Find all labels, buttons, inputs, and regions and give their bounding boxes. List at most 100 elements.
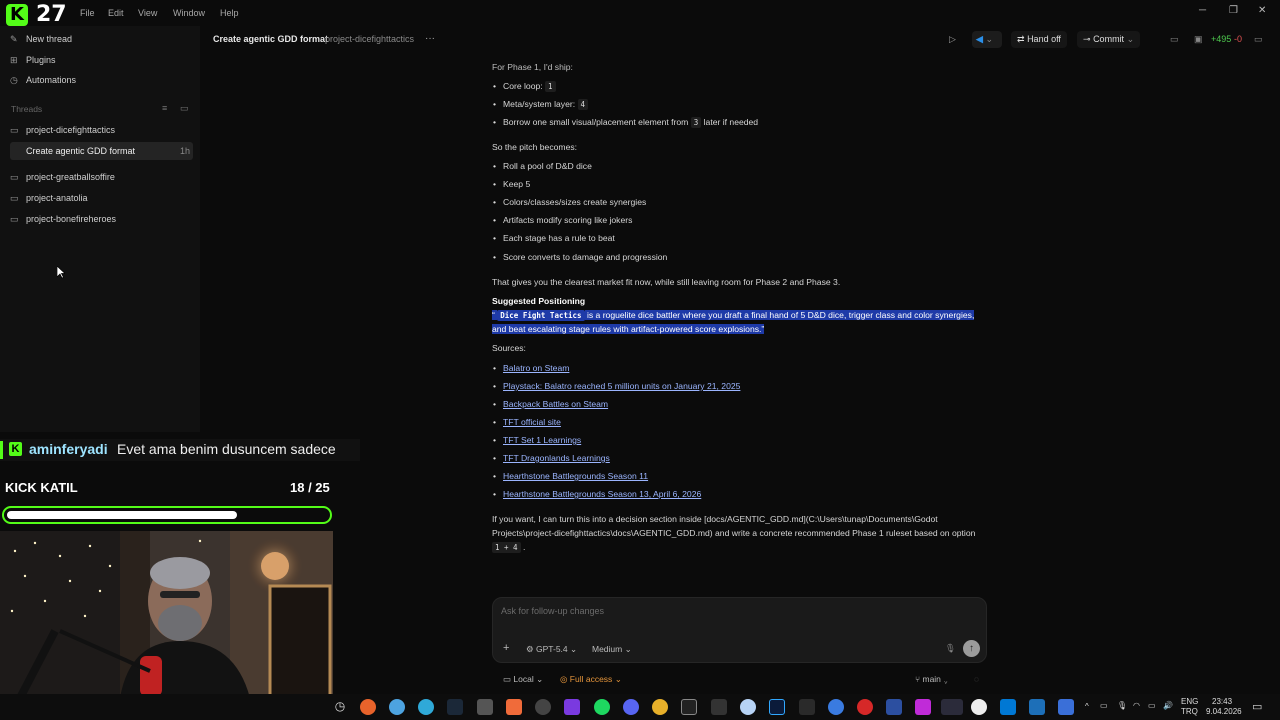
sidebar-project-anatolia[interactable]: ▭ project-anatolia [10,189,88,207]
follow-up-input[interactable] [501,606,971,616]
clock-icon: ◷ [10,75,18,85]
microphone-icon[interactable]: 🎙 [945,643,956,654]
app-icon-9[interactable] [564,699,580,715]
microphone-tray-icon[interactable]: 🎙 [1117,701,1127,710]
vscode-taskbar-icon[interactable] [1000,699,1016,715]
firefox-icon[interactable] [360,699,376,715]
menu-file[interactable]: File [80,8,95,18]
close-icon[interactable]: ✕ [1258,5,1266,16]
slack-icon[interactable] [389,699,405,715]
app-icon-15[interactable] [740,699,756,715]
diff-icon[interactable]: ▣ [1194,31,1203,48]
steam-icon[interactable] [447,699,463,715]
sidebar-item-label: project-anatolia [26,193,88,203]
new-folder-icon[interactable]: ▭ [180,103,189,114]
run-icon[interactable]: ▷ [949,31,956,48]
app-icon-21[interactable] [915,699,931,715]
keyboard-layout[interactable]: TRQ [1181,707,1198,716]
goal-label: KICK KATIL [5,480,78,495]
chevron-up-icon[interactable]: ^ [1085,702,1089,711]
source-link[interactable]: TFT Set 1 Learnings [503,435,581,445]
source-link[interactable]: TFT official site [503,417,561,427]
header-project[interactable]: project-dicefighttactics [325,34,414,44]
sidebar-item-plugins[interactable]: ⊞ Plugins [10,51,56,69]
clock-time[interactable]: 23:43 [1212,697,1232,706]
network-icon[interactable]: ▭ [1100,701,1108,710]
sidebar-project-bonefireheroes[interactable]: ▭ project-bonefireheroes [10,210,116,228]
handoff-button[interactable]: ⇄ Hand off [1011,31,1067,48]
access-select[interactable]: ◎ Full access ⌄ [560,674,622,685]
chat-username: aminferyadi [29,441,108,457]
inline-code: 3 [690,117,702,128]
diff-additions: +495 [1211,34,1232,44]
commit-button[interactable]: ⊸ Commit ⌄ [1077,31,1141,48]
source-link[interactable]: Hearthstone Battlegrounds Season 11 [503,471,648,481]
menu-window[interactable]: Window [173,8,205,18]
chrome-icon[interactable] [652,699,668,715]
source-link[interactable]: Balatro on Steam [503,363,569,373]
spotify-icon[interactable] [594,699,610,715]
volume-icon[interactable]: 🔊 [1163,701,1173,710]
source-link[interactable]: TFT Dragonlands Learnings [503,453,610,463]
restore-icon[interactable]: ❐ [1229,5,1238,16]
effort-select[interactable]: Medium ⌄ [592,644,632,655]
sidebar-item-new-thread[interactable]: ✎ New thread [10,30,72,48]
add-attachment-button[interactable]: + [503,642,509,654]
folder-icon: ▭ [10,125,19,135]
sidebar: ✎ New thread ⊞ Plugins ◷ Automations Thread… [0,26,200,432]
send-button[interactable]: ↑ [963,640,980,657]
sidebar-project-greatballsoffire[interactable]: ▭ project-greatballsoffire [10,168,115,186]
positioning-text: and beat escalating stage rules with art… [492,324,765,334]
history-icon[interactable]: ◷ [332,699,348,715]
model-label: GPT-5.4 [536,644,568,654]
inline-code: 1 + 4 [492,542,521,553]
chat-accent-bar [0,441,3,459]
language-indicator[interactable]: ENG [1181,697,1198,706]
sidebar-project-dicefighttactics[interactable]: ▭ project-dicefighttactics [10,121,115,139]
app-icon-26[interactable] [1058,699,1074,715]
sidebar-item-automations[interactable]: ◷ Automations [10,71,76,89]
branch-icon: ⑂ [915,674,921,684]
menu-view[interactable]: View [138,8,157,18]
source-link[interactable]: Hearthstone Battlegrounds Season 13, Apr… [503,489,701,499]
menu-help[interactable]: Help [220,8,239,18]
app-icon-18[interactable] [828,699,844,715]
app-icon-7[interactable] [506,699,522,715]
discord-icon[interactable] [623,699,639,715]
minimize-icon[interactable]: ─ [1199,5,1206,16]
app-icon-4[interactable] [418,699,434,715]
app-icon-25[interactable] [1029,699,1045,715]
source-link[interactable]: Backpack Battles on Steam [503,399,608,409]
thread-item-active[interactable]: Create agentic GDD format 1h [10,142,193,160]
open-in-vscode-button[interactable]: ◀ ⌄ [972,31,1002,48]
terminal-icon[interactable]: ▭ [1170,31,1179,48]
filter-icon[interactable]: ≡ [162,103,167,113]
panel-toggle-icon[interactable]: ▭ [1254,31,1263,48]
commit-icon: ⊸ [1083,34,1091,44]
ship-label: Meta/system layer: [503,99,576,109]
source-link[interactable]: Playstack: Balatro reached 5 million uni… [503,381,740,391]
positioning-line-1: “ Dice Fight Tactics is a roguelite dice… [492,310,975,321]
clock-date[interactable]: 9.04.2026 [1206,707,1242,716]
terminal-taskbar-icon[interactable] [681,699,697,715]
notifications-icon[interactable]: ▭ [1252,700,1262,713]
chevron-down-icon: ⌄ [1126,34,1135,44]
more-options-button[interactable]: ··· [425,33,435,44]
branch-select[interactable]: ⑂ main ⌄ [915,674,948,684]
headset-icon[interactable]: ◠ [1133,701,1140,710]
app-icon-8[interactable] [535,699,551,715]
photoshop-icon[interactable] [769,699,785,715]
thread-age: 1h [180,146,191,156]
folder-icon: ▭ [10,214,19,224]
app-icon-22[interactable] [941,699,963,715]
environment-select[interactable]: ▭ Local ⌄ [503,674,543,685]
app-icon-14[interactable] [711,699,727,715]
monitor-icon[interactable]: ▭ [1148,701,1156,710]
menu-edit[interactable]: Edit [108,8,124,18]
app-icon-19[interactable] [857,699,873,715]
app-icon-6[interactable] [477,699,493,715]
epic-games-icon[interactable] [799,699,815,715]
app-icon-20[interactable] [886,699,902,715]
model-select[interactable]: ⚙ GPT-5.4 ⌄ [526,644,577,655]
unreal-icon[interactable] [971,699,987,715]
